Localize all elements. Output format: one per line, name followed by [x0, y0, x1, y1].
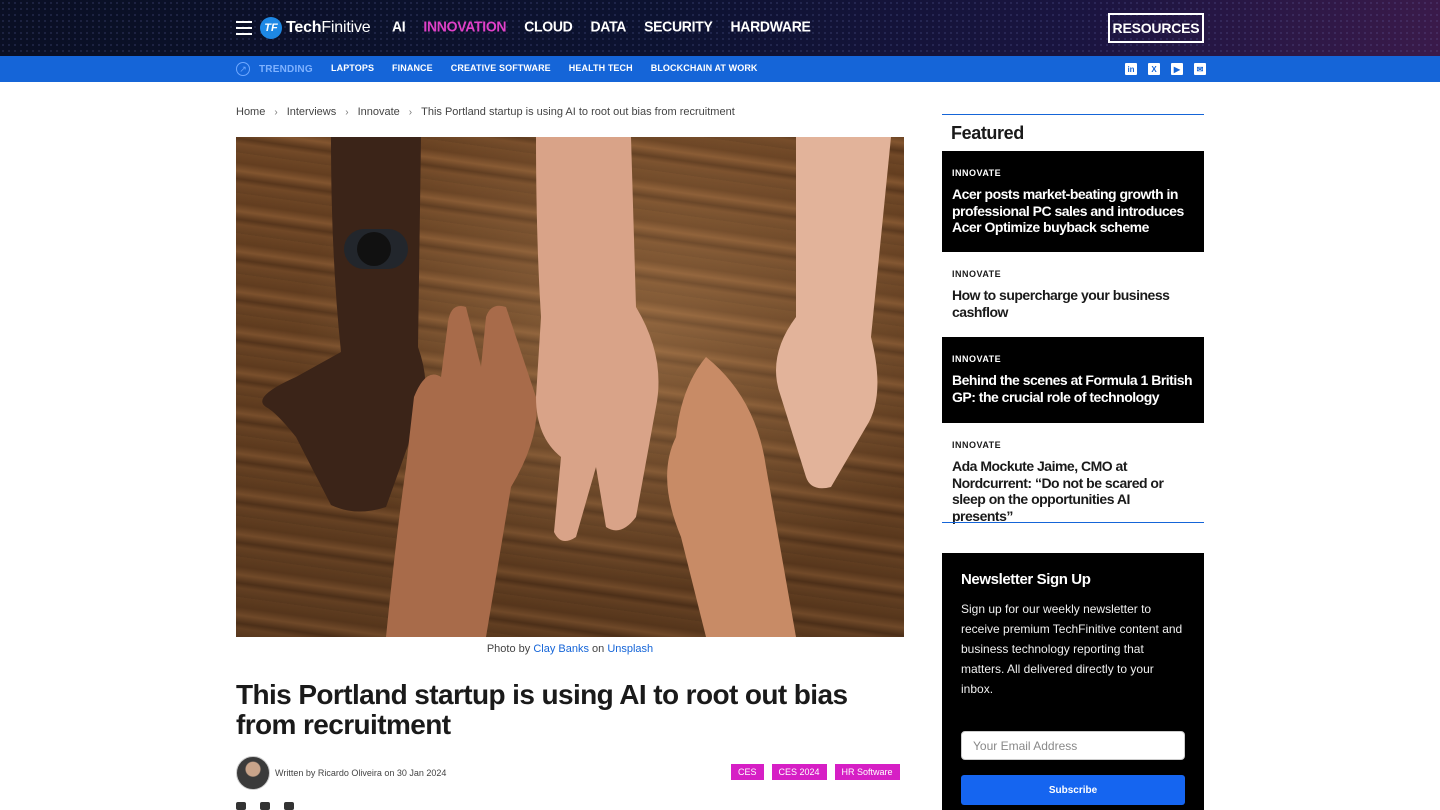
- breadcrumb: Home › Interviews › Innovate › This Port…: [236, 106, 735, 118]
- featured-title[interactable]: How to supercharge your business cashflo…: [952, 287, 1194, 320]
- share-row: [236, 802, 294, 810]
- caption-prefix: Photo by: [486, 643, 534, 655]
- featured-category: INNOVATE: [952, 168, 1002, 178]
- trending-icon: ↗: [236, 62, 250, 76]
- social-links: in X ▶ ✉: [1125, 63, 1206, 75]
- trending-link-blockchain[interactable]: BLOCKCHAIN AT WORK: [651, 63, 758, 73]
- chevron-right-icon: ›: [345, 106, 349, 118]
- chevron-right-icon: ›: [408, 106, 413, 118]
- hands-illustration: [262, 137, 891, 637]
- logo-text-rest: Finitive: [321, 19, 371, 36]
- nav-hardware[interactable]: HARDWARE: [731, 17, 811, 34]
- author-avatar[interactable]: [236, 756, 270, 790]
- featured-sidebar: Featured INNOVATE Acer posts market-beat…: [942, 114, 1204, 524]
- article-tags: CES CES 2024 HR Software: [731, 764, 900, 780]
- nav-ai[interactable]: AI: [392, 17, 406, 34]
- article-title: This Portland startup is using AI to roo…: [236, 679, 848, 740]
- tag-ces[interactable]: CES: [731, 764, 764, 780]
- youtube-icon[interactable]: ▶: [1171, 63, 1183, 75]
- nav-data[interactable]: DATA: [591, 17, 627, 34]
- caption-mid: on: [588, 643, 608, 655]
- featured-item[interactable]: INNOVATE How to supercharge your busines…: [942, 252, 1204, 337]
- featured-category: INNOVATE: [952, 440, 1002, 450]
- mail-icon[interactable]: ✉: [1194, 63, 1206, 75]
- featured-title[interactable]: Behind the scenes at Formula 1 British G…: [952, 372, 1194, 405]
- trending-links: LAPTOPS FINANCE CREATIVE SOFTWARE HEALTH…: [331, 63, 776, 73]
- featured-item[interactable]: INNOVATE Acer posts market-beating growt…: [942, 151, 1204, 252]
- hero-caption: Photo by Clay Banks on Unsplash: [236, 643, 904, 655]
- featured-divider: [942, 522, 1204, 523]
- author-row: Written by Ricardo Oliveira on 30 Jan 20…: [236, 756, 446, 790]
- byline: Written by Ricardo Oliveira on 30 Jan 20…: [275, 768, 447, 778]
- caption-author-link[interactable]: Clay Banks: [533, 643, 589, 655]
- chevron-right-icon: ›: [274, 106, 278, 118]
- trending-link-creative-software[interactable]: CREATIVE SOFTWARE: [451, 63, 551, 73]
- x-share-icon[interactable]: [260, 802, 270, 810]
- nav-cloud[interactable]: CLOUD: [524, 17, 573, 34]
- caption-site-link[interactable]: Unsplash: [607, 643, 653, 655]
- featured-title[interactable]: Ada Mockute Jaime, CMO at Nordcurrent: “…: [952, 458, 1194, 524]
- x-icon[interactable]: X: [1148, 63, 1160, 75]
- trending-bar: ↗ TRENDING LAPTOPS FINANCE CREATIVE SOFT…: [0, 56, 1440, 82]
- linkedin-icon[interactable]: in: [1125, 63, 1137, 75]
- resources-button[interactable]: RESOURCES: [1108, 13, 1204, 43]
- trending-label: TRENDING: [259, 64, 313, 75]
- newsletter-body: Sign up for our weekly newsletter to rec…: [961, 602, 1183, 696]
- trending-link-health-tech[interactable]: HEALTH TECH: [569, 63, 633, 73]
- site-logo[interactable]: TF TechFinitive: [260, 16, 371, 40]
- featured-title[interactable]: Acer posts market-beating growth in prof…: [952, 186, 1194, 236]
- newsletter-box: Newsletter Sign Up Sign up for our weekl…: [942, 553, 1204, 810]
- logo-text-bold: Tech: [286, 19, 322, 36]
- trending-link-laptops[interactable]: LAPTOPS: [331, 63, 374, 73]
- featured-category: INNOVATE: [952, 354, 1002, 364]
- facebook-share-icon[interactable]: [236, 802, 246, 810]
- hero-image: [236, 137, 904, 637]
- main-nav: AI INNOVATION CLOUD DATA SECURITY HARDWA…: [392, 17, 829, 34]
- site-header: TF TechFinitive AI INNOVATION CLOUD DATA…: [0, 0, 1440, 56]
- logo-icon: TF: [260, 17, 282, 39]
- nav-security[interactable]: SECURITY: [644, 17, 713, 34]
- trending-link-finance[interactable]: FINANCE: [392, 63, 433, 73]
- menu-icon[interactable]: [236, 21, 252, 35]
- nav-innovation[interactable]: INNOVATION: [423, 17, 506, 34]
- breadcrumb-innovate[interactable]: Innovate: [358, 106, 400, 118]
- featured-item[interactable]: INNOVATE Behind the scenes at Formula 1 …: [942, 337, 1204, 423]
- breadcrumb-interviews[interactable]: Interviews: [287, 106, 337, 118]
- tag-ces-2024[interactable]: CES 2024: [771, 764, 827, 780]
- featured-item[interactable]: INNOVATE Ada Mockute Jaime, CMO at Nordc…: [942, 423, 1204, 524]
- tag-hr-software[interactable]: HR Software: [834, 764, 900, 780]
- newsletter-heading: Newsletter Sign Up: [961, 571, 1091, 588]
- featured-heading: Featured: [951, 123, 1024, 143]
- breadcrumb-current: This Portland startup is using AI to roo…: [421, 106, 735, 118]
- breadcrumb-home[interactable]: Home: [236, 106, 265, 118]
- featured-category: INNOVATE: [952, 269, 1002, 279]
- email-field[interactable]: [961, 731, 1185, 760]
- subscribe-button[interactable]: Subscribe: [961, 775, 1185, 805]
- linkedin-share-icon[interactable]: [284, 802, 294, 810]
